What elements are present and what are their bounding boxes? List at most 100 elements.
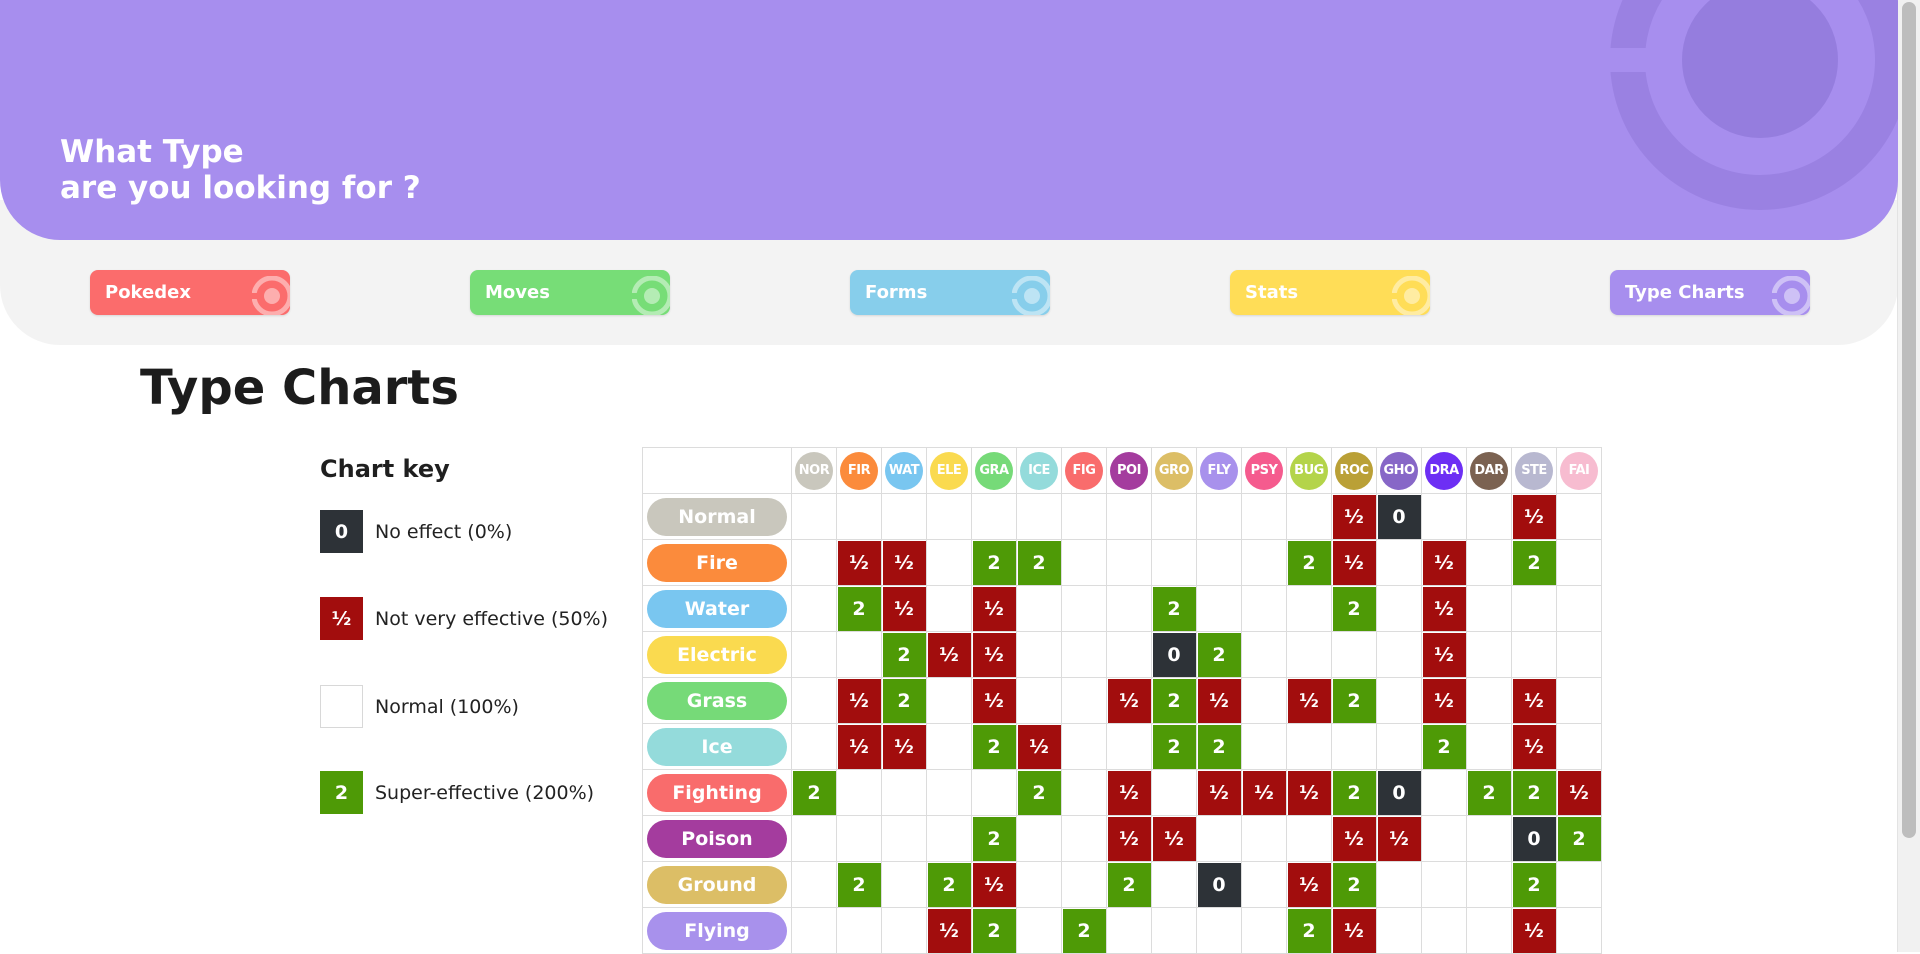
nav-button-forms[interactable]: Forms bbox=[850, 270, 1050, 315]
type-badge[interactable]: DRA bbox=[1425, 451, 1463, 490]
effectiveness-cell bbox=[1151, 769, 1197, 816]
type-badge[interactable]: ROC bbox=[1335, 451, 1373, 490]
effectiveness-cell: 2 bbox=[1151, 723, 1197, 770]
effectiveness-cell bbox=[1466, 907, 1512, 954]
type-pill-ice[interactable]: Ice bbox=[647, 727, 787, 766]
table-row: Flying ½ 2 2 2 ½ ½ bbox=[642, 907, 1602, 954]
effectiveness-value: ½ bbox=[972, 632, 1016, 677]
type-chart-table: NOR FIR WAT ELE GRA ICE FIG POI GRO FLY PSY BUG ROC G… bbox=[642, 447, 1602, 954]
table-corner bbox=[642, 447, 792, 494]
column-header: GRO bbox=[1151, 447, 1197, 494]
type-pill-grass[interactable]: Grass bbox=[647, 681, 787, 720]
effectiveness-cell bbox=[1376, 861, 1422, 908]
effectiveness-cell bbox=[926, 723, 972, 770]
effectiveness-cell: ½ bbox=[1511, 493, 1557, 540]
effectiveness-cell bbox=[1241, 585, 1287, 632]
type-badge[interactable]: FLY bbox=[1200, 451, 1238, 490]
effectiveness-cell: 2 bbox=[1466, 769, 1512, 816]
effectiveness-cell: 0 bbox=[1511, 815, 1557, 862]
scrollbar-thumb[interactable] bbox=[1902, 2, 1916, 838]
type-pill-fire[interactable]: Fire bbox=[647, 543, 787, 582]
effectiveness-cell bbox=[971, 493, 1017, 540]
effectiveness-cell bbox=[926, 539, 972, 586]
effectiveness-cell: ½ bbox=[1331, 815, 1377, 862]
effectiveness-value: ½ bbox=[1197, 678, 1241, 723]
type-pill-water[interactable]: Water bbox=[647, 589, 787, 628]
effectiveness-cell: ½ bbox=[971, 585, 1017, 632]
type-pill-ground[interactable]: Ground bbox=[647, 865, 787, 904]
effectiveness-value: 0 bbox=[1152, 632, 1196, 677]
nav-button-stats[interactable]: Stats bbox=[1230, 270, 1430, 315]
effectiveness-value: 0 bbox=[1512, 816, 1556, 861]
column-header: WAT bbox=[881, 447, 927, 494]
effectiveness-cell bbox=[1196, 585, 1242, 632]
effectiveness-value: ½ bbox=[1512, 724, 1556, 769]
effectiveness-cell: ½ bbox=[1331, 493, 1377, 540]
effectiveness-cell bbox=[1556, 585, 1602, 632]
chart-key-title: Chart key bbox=[320, 455, 450, 483]
type-badge[interactable]: GHO bbox=[1380, 451, 1418, 490]
type-badge[interactable]: PSY bbox=[1245, 451, 1283, 490]
type-pill-poison[interactable]: Poison bbox=[647, 819, 787, 858]
table-row: Water 2 ½ ½ 2 2 ½ bbox=[642, 585, 1602, 632]
effectiveness-cell bbox=[1016, 861, 1062, 908]
type-pill-normal[interactable]: Normal bbox=[647, 497, 787, 536]
effectiveness-cell: 2 bbox=[791, 769, 837, 816]
type-pill-electric[interactable]: Electric bbox=[647, 635, 787, 674]
effectiveness-cell: ½ bbox=[1511, 723, 1557, 770]
type-badge[interactable]: NOR bbox=[795, 451, 833, 490]
effectiveness-cell bbox=[1016, 631, 1062, 678]
effectiveness-cell bbox=[791, 493, 837, 540]
effectiveness-cell: 2 bbox=[881, 677, 927, 724]
type-badge[interactable]: FAI bbox=[1560, 451, 1598, 490]
effectiveness-value: 2 bbox=[972, 724, 1016, 769]
effectiveness-cell bbox=[881, 815, 927, 862]
type-badge[interactable]: DAR bbox=[1470, 451, 1508, 490]
type-badge[interactable]: FIR bbox=[840, 451, 878, 490]
effectiveness-cell: ½ bbox=[1511, 907, 1557, 954]
nav-button-pokedex[interactable]: Pokedex bbox=[90, 270, 290, 315]
type-badge[interactable]: FIG bbox=[1065, 451, 1103, 490]
type-pill-flying[interactable]: Flying bbox=[647, 911, 787, 950]
type-badge[interactable]: GRA bbox=[975, 451, 1013, 490]
effectiveness-cell: 2 bbox=[1061, 907, 1107, 954]
effectiveness-cell bbox=[791, 631, 837, 678]
effectiveness-value: ½ bbox=[1107, 770, 1151, 815]
effectiveness-cell bbox=[1556, 493, 1602, 540]
column-header: FLY bbox=[1196, 447, 1242, 494]
effectiveness-value: 2 bbox=[1557, 816, 1601, 861]
type-badge[interactable]: GRO bbox=[1155, 451, 1193, 490]
nav-button-type-charts[interactable]: Type Charts bbox=[1610, 270, 1810, 315]
type-badge[interactable]: BUG bbox=[1290, 451, 1328, 490]
type-badge[interactable]: POI bbox=[1110, 451, 1148, 490]
table-row: Normal ½ 0 ½ bbox=[642, 493, 1602, 540]
effectiveness-cell bbox=[836, 815, 882, 862]
effectiveness-value: ½ bbox=[837, 540, 881, 585]
effectiveness-cell: 2 bbox=[971, 723, 1017, 770]
type-badge[interactable]: ICE bbox=[1020, 451, 1058, 490]
nav-button-label: Forms bbox=[865, 282, 928, 303]
type-badge[interactable]: ELE bbox=[930, 451, 968, 490]
effectiveness-cell bbox=[1016, 907, 1062, 954]
effectiveness-cell bbox=[1421, 493, 1467, 540]
effectiveness-cell bbox=[926, 677, 972, 724]
effectiveness-cell: ½ bbox=[1286, 861, 1332, 908]
effectiveness-cell bbox=[1196, 493, 1242, 540]
effectiveness-cell bbox=[1241, 539, 1287, 586]
row-header: Electric bbox=[642, 631, 792, 678]
effectiveness-cell: 0 bbox=[1196, 861, 1242, 908]
type-badge[interactable]: STE bbox=[1515, 451, 1553, 490]
effectiveness-cell bbox=[1421, 769, 1467, 816]
vertical-scrollbar[interactable] bbox=[1897, 0, 1920, 952]
effectiveness-value: ½ bbox=[1197, 770, 1241, 815]
nav-button-moves[interactable]: Moves bbox=[470, 270, 670, 315]
effectiveness-cell bbox=[1556, 723, 1602, 770]
pokeball-icon bbox=[1392, 276, 1430, 315]
column-header: GHO bbox=[1376, 447, 1422, 494]
type-badge[interactable]: WAT bbox=[885, 451, 923, 490]
row-header: Water bbox=[642, 585, 792, 632]
effectiveness-value: ½ bbox=[882, 724, 926, 769]
effectiveness-cell: ½ bbox=[1196, 769, 1242, 816]
type-pill-fighting[interactable]: Fighting bbox=[647, 773, 787, 812]
effectiveness-cell bbox=[1016, 677, 1062, 724]
